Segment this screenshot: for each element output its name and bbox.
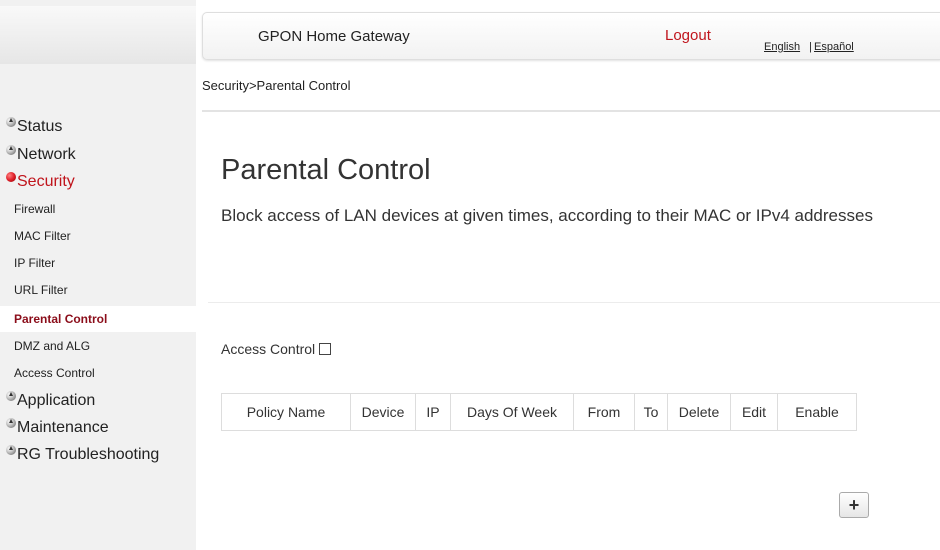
col-ip: IP — [415, 393, 451, 431]
sidebar-item-label: IP Filter — [14, 256, 56, 270]
divider — [208, 302, 940, 303]
menu-status[interactable]: Status — [0, 117, 196, 137]
menu-network[interactable]: Network — [0, 145, 196, 165]
page: Status Network Security Firewall MAC Fil… — [0, 0, 940, 550]
sidebar: Status Network Security Firewall MAC Fil… — [0, 0, 196, 550]
access-control-checkbox[interactable] — [319, 343, 332, 355]
sidebar-item-parental-control[interactable]: Parental Control — [0, 306, 196, 332]
top-bar: GPON Home Gateway Logout English | Españ… — [202, 12, 940, 60]
menu-application[interactable]: Application — [0, 391, 196, 411]
access-control-label: Access Control — [221, 341, 316, 357]
col-enable: Enable — [777, 393, 857, 431]
sidebar-item-label: URL Filter — [14, 283, 68, 297]
menu-maintenance[interactable]: Maintenance — [0, 418, 196, 438]
logout-link[interactable]: Logout — [665, 27, 711, 44]
bullet-icon — [6, 445, 16, 455]
menu-rg-troubleshooting-label: RG Troubleshooting — [17, 446, 160, 463]
bullet-icon — [6, 117, 16, 127]
sidebar-item-url-filter[interactable]: URL Filter — [0, 277, 196, 303]
menu-application-label: Application — [17, 392, 96, 409]
sidebar-item-label: Firewall — [14, 202, 56, 216]
sidebar-item-label: Access Control — [14, 366, 95, 380]
menu-rg-troubleshooting[interactable]: RG Troubleshooting — [0, 445, 196, 465]
page-title: Parental Control — [221, 154, 431, 186]
sidebar-item-label: DMZ and ALG — [14, 339, 91, 353]
menu-status-label: Status — [17, 118, 63, 135]
col-delete: Delete — [667, 393, 731, 431]
sidebar-item-mac-filter[interactable]: MAC Filter — [0, 223, 196, 249]
breadcrumb: Security>Parental Control — [202, 78, 351, 93]
col-from: From — [573, 393, 635, 431]
bullet-icon — [6, 418, 16, 428]
sidebar-item-dmz-alg[interactable]: DMZ and ALG — [0, 333, 196, 359]
col-edit: Edit — [730, 393, 778, 431]
menu-security-label: Security — [17, 173, 75, 190]
sidebar-item-label: Parental Control — [14, 312, 108, 326]
lang-separator: | — [809, 41, 812, 53]
policy-table: Policy Name Device IP Days Of Week From … — [221, 393, 857, 431]
sidebar-item-firewall[interactable]: Firewall — [0, 196, 196, 222]
menu-maintenance-label: Maintenance — [17, 419, 109, 436]
add-policy-button[interactable]: + — [839, 492, 869, 518]
divider — [202, 110, 940, 112]
menu-network-label: Network — [17, 146, 76, 163]
col-device: Device — [350, 393, 416, 431]
col-policy-name: Policy Name — [221, 393, 351, 431]
access-control-row: Access Control — [221, 341, 332, 357]
bullet-icon — [6, 145, 16, 155]
bullet-icon — [6, 391, 16, 401]
sidebar-item-ip-filter[interactable]: IP Filter — [0, 250, 196, 276]
lang-english-link[interactable]: English — [764, 41, 800, 53]
menu-security[interactable]: Security — [0, 172, 196, 192]
sidebar-header — [0, 6, 196, 64]
table-header-row: Policy Name Device IP Days Of Week From … — [221, 393, 857, 431]
col-to: To — [634, 393, 668, 431]
app-title: GPON Home Gateway — [258, 28, 410, 45]
sidebar-item-access-control[interactable]: Access Control — [0, 360, 196, 386]
col-days-of-week: Days Of Week — [450, 393, 574, 431]
sidebar-item-label: MAC Filter — [14, 229, 71, 243]
lang-spanish-link[interactable]: Español — [814, 41, 854, 53]
bullet-active-icon — [6, 172, 16, 182]
page-description: Block access of LAN devices at given tim… — [221, 206, 873, 225]
